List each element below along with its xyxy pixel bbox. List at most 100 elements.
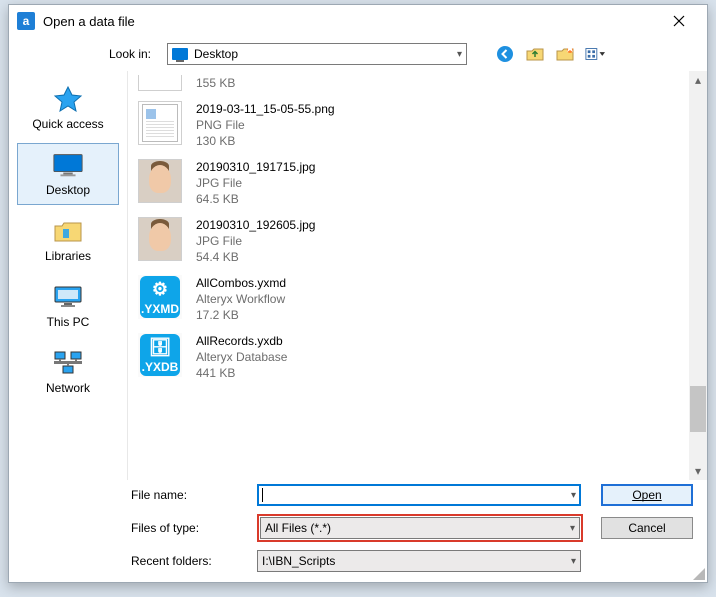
- new-folder-icon: ★: [556, 45, 574, 63]
- back-icon: [496, 45, 514, 63]
- chevron-down-icon[interactable]: ▾: [571, 556, 576, 567]
- yxmd-icon: ⚙.YXMD: [140, 276, 180, 318]
- file-list[interactable]: 155 KB 2019-03-11_15-05-55.png PNG File …: [128, 71, 689, 480]
- button-column2: Cancel: [601, 517, 693, 539]
- file-info: AllCombos.yxmd Alteryx Workflow 17.2 KB: [196, 275, 286, 323]
- desktop-monitor-icon: [52, 151, 84, 179]
- file-size: 17.2 KB: [196, 307, 286, 323]
- file-type: JPG File: [196, 233, 315, 249]
- file-type: Alteryx Database: [196, 349, 287, 365]
- filetype-row: Files of type: All Files (*.*) ▾ Cancel: [131, 514, 693, 542]
- open-file-dialog: a Open a data file Look in: Desktop ▾ ★: [8, 4, 708, 583]
- libraries-icon: [52, 217, 84, 245]
- file-name: AllRecords.yxdb: [196, 333, 287, 349]
- file-thumbnail: [138, 217, 182, 261]
- lookin-value: Desktop: [194, 47, 451, 61]
- yxdb-icon: 🗄.YXDB: [140, 334, 180, 376]
- button-column: Open: [601, 484, 693, 506]
- close-button[interactable]: [659, 7, 699, 35]
- file-info: 155 KB: [196, 75, 235, 91]
- scroll-down-button[interactable]: ▾: [689, 462, 707, 480]
- file-type: Alteryx Workflow: [196, 291, 286, 307]
- recent-value: I:\IBN_Scripts: [262, 554, 571, 568]
- svg-text:★: ★: [565, 45, 574, 55]
- view-menu-icon: [585, 45, 605, 63]
- filetype-highlight: All Files (*.*) ▾: [257, 514, 583, 542]
- list-item[interactable]: ⚙.YXMD AllCombos.yxmd Alteryx Workflow 1…: [138, 270, 689, 328]
- file-size: 130 KB: [196, 133, 335, 149]
- file-name: 20190310_191715.jpg: [196, 159, 315, 175]
- list-item[interactable]: 2019-03-11_15-05-55.png PNG File 130 KB: [138, 96, 689, 154]
- filetype-value: All Files (*.*): [265, 521, 570, 535]
- place-libraries[interactable]: Libraries: [17, 209, 119, 271]
- back-button[interactable]: [495, 44, 515, 64]
- new-folder-button[interactable]: ★: [555, 44, 575, 64]
- folder-up-icon: [526, 45, 544, 63]
- scroll-up-button[interactable]: ▴: [689, 71, 707, 89]
- close-icon: [673, 15, 685, 27]
- dialog-title: Open a data file: [43, 14, 659, 29]
- file-info: 20190310_191715.jpg JPG File 64.5 KB: [196, 159, 315, 207]
- file-size: 54.4 KB: [196, 249, 315, 265]
- file-info: AllRecords.yxdb Alteryx Database 441 KB: [196, 333, 287, 381]
- chevron-down-icon[interactable]: ▾: [570, 523, 575, 534]
- places-bar: Quick access Desktop Libraries This PC: [9, 71, 127, 480]
- chevron-down-icon[interactable]: ▾: [571, 490, 576, 501]
- place-desktop[interactable]: Desktop: [17, 143, 119, 205]
- resize-grip[interactable]: [691, 566, 705, 580]
- file-thumbnail: 🗄.YXDB: [138, 333, 182, 377]
- file-type: PNG File: [196, 117, 335, 133]
- filename-row: File name: ▾ Open: [131, 484, 693, 506]
- open-button[interactable]: Open: [601, 484, 693, 506]
- quick-access-icon: [52, 85, 84, 113]
- app-icon: a: [17, 12, 35, 30]
- place-quick-access[interactable]: Quick access: [17, 77, 119, 139]
- bottom-panel: File name: ▾ Open Files of type: All Fil…: [9, 480, 707, 582]
- filename-combobox[interactable]: ▾: [257, 484, 581, 506]
- recent-label: Recent folders:: [131, 554, 247, 568]
- place-label: Quick access: [32, 117, 103, 131]
- lookin-label: Look in:: [69, 47, 157, 61]
- scroll-thumb[interactable]: [690, 386, 706, 432]
- place-label: This PC: [47, 315, 90, 329]
- file-thumbnail: [138, 101, 182, 145]
- file-area: 155 KB 2019-03-11_15-05-55.png PNG File …: [127, 71, 707, 480]
- desktop-icon: [172, 48, 188, 60]
- nav-toolbar: ★: [495, 44, 605, 64]
- file-size: 64.5 KB: [196, 191, 315, 207]
- file-thumbnail: [138, 159, 182, 203]
- network-icon: [52, 349, 84, 377]
- list-item[interactable]: 155 KB: [138, 75, 689, 96]
- file-info: 2019-03-11_15-05-55.png PNG File 130 KB: [196, 101, 335, 149]
- filetype-combobox[interactable]: All Files (*.*) ▾: [260, 517, 580, 539]
- place-network[interactable]: Network: [17, 341, 119, 403]
- chevron-down-icon: ▾: [457, 49, 462, 60]
- view-menu-button[interactable]: [585, 44, 605, 64]
- text-caret: [262, 488, 263, 502]
- file-name: 2019-03-11_15-05-55.png: [196, 101, 335, 117]
- this-pc-icon: [52, 283, 84, 311]
- file-size: 441 KB: [196, 365, 287, 381]
- place-this-pc[interactable]: This PC: [17, 275, 119, 337]
- recent-folders-combobox[interactable]: I:\IBN_Scripts ▾: [257, 550, 581, 572]
- file-thumbnail: ⚙.YXMD: [138, 275, 182, 319]
- vertical-scrollbar[interactable]: ▴ ▾: [689, 71, 707, 480]
- file-name: 20190310_192605.jpg: [196, 217, 315, 233]
- filename-label: File name:: [131, 488, 247, 502]
- file-info: 20190310_192605.jpg JPG File 54.4 KB: [196, 217, 315, 265]
- list-item[interactable]: 20190310_191715.jpg JPG File 64.5 KB: [138, 154, 689, 212]
- cancel-button[interactable]: Cancel: [601, 517, 693, 539]
- list-item[interactable]: 20190310_192605.jpg JPG File 54.4 KB: [138, 212, 689, 270]
- file-thumbnail: [138, 75, 182, 91]
- body: Quick access Desktop Libraries This PC: [9, 71, 707, 480]
- titlebar: a Open a data file: [9, 5, 707, 37]
- place-label: Network: [46, 381, 90, 395]
- lookin-dropdown[interactable]: Desktop ▾: [167, 43, 467, 65]
- list-item[interactable]: 🗄.YXDB AllRecords.yxdb Alteryx Database …: [138, 328, 689, 386]
- filetype-label: Files of type:: [131, 521, 247, 535]
- up-one-level-button[interactable]: [525, 44, 545, 64]
- recent-row: Recent folders: I:\IBN_Scripts ▾: [131, 550, 693, 572]
- file-type: JPG File: [196, 175, 315, 191]
- place-label: Libraries: [45, 249, 91, 263]
- place-label: Desktop: [46, 183, 90, 197]
